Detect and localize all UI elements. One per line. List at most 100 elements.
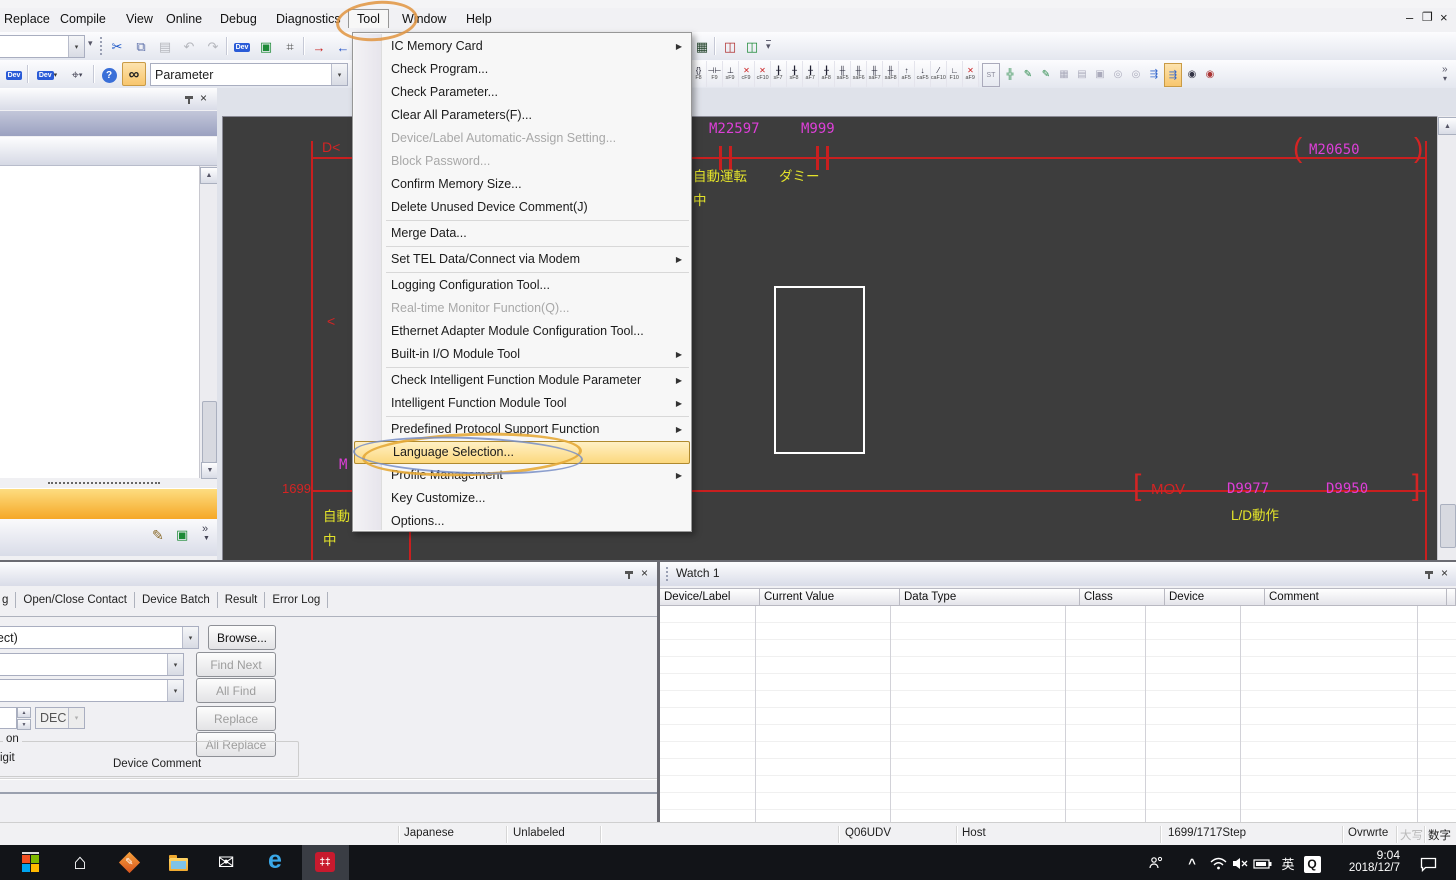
menu-item-delete-unused-device-comment[interactable]: Delete Unused Device Comment(J) — [353, 196, 691, 219]
ladder-selection-cursor[interactable] — [774, 286, 865, 454]
volume-muted-icon[interactable] — [1228, 851, 1252, 875]
menu-item-check-parameter[interactable]: Check Parameter... — [353, 81, 691, 104]
watch-table-body[interactable] — [660, 606, 1456, 822]
write-to-plc-icon[interactable]: → — [307, 35, 331, 59]
home-icon[interactable]: ⌂ — [68, 850, 92, 874]
pin-icon[interactable] — [624, 570, 634, 580]
gx-works-icon[interactable]: ‡‡ — [313, 850, 337, 874]
wifi-icon[interactable] — [1206, 851, 1230, 875]
tab-string-partial[interactable]: g — [0, 592, 16, 608]
menu-online[interactable]: Online — [158, 10, 210, 28]
tray-expand-chevron-icon[interactable]: ^ — [1180, 851, 1204, 875]
point-count-spinner[interactable]: ▲ ▼ — [17, 707, 31, 727]
mdi-minimize-icon[interactable]: – — [1406, 10, 1413, 25]
people-icon[interactable] — [1144, 851, 1168, 875]
ladder-tool-cf9[interactable]: ✕cF9 — [739, 61, 755, 87]
navigation-scrollbar[interactable]: ▲ ▼ — [199, 166, 218, 478]
col-device-label[interactable]: Device/Label — [660, 588, 760, 606]
menu-view[interactable]: View — [118, 10, 161, 28]
ladder-tool-f8[interactable]: {}F8 — [691, 61, 707, 87]
col-data-type[interactable]: Data Type — [900, 588, 1080, 606]
ladder-tool-saf7[interactable]: ╫saF7 — [867, 61, 883, 87]
close-icon[interactable]: × — [200, 93, 207, 103]
device-search-icon[interactable]: ⌖▾ — [62, 63, 92, 87]
scrollbar-thumb[interactable] — [202, 401, 217, 463]
menu-item-block-password[interactable]: Block Password... — [353, 150, 691, 173]
toolbar-overflow-icon[interactable]: ▾ — [88, 38, 93, 49]
edit-statement-icon[interactable]: ✎ — [1038, 63, 1054, 85]
ladder-tool-af9[interactable]: ✕aF9 — [963, 61, 979, 87]
menu-item-logging-configuration-tool[interactable]: Logging Configuration Tool... — [353, 274, 691, 297]
edge-icon[interactable]: e — [263, 848, 287, 872]
menu-replace[interactable]: Replace — [0, 10, 58, 28]
tab-device-batch[interactable]: Device Batch — [135, 592, 218, 608]
insert-row-icon[interactable]: ╬ — [1002, 63, 1018, 85]
replace-button[interactable]: Replace — [196, 706, 276, 731]
q-app-tray-icon[interactable]: Q — [1300, 852, 1324, 876]
find-binoculars-icon[interactable]: ∞ — [122, 62, 146, 86]
ladder-tool-saf8[interactable]: ╫saF8 — [883, 61, 899, 87]
menu-item-check-program[interactable]: Check Program... — [353, 58, 691, 81]
browse-button[interactable]: Browse... — [208, 625, 276, 650]
menu-item-clear-all-parameters[interactable]: Clear All Parameters(F)... — [353, 104, 691, 127]
zoom-doc2-icon[interactable]: ◎ — [1128, 63, 1144, 85]
toolbar-more-icon[interactable]: ▾ — [1443, 74, 1447, 83]
col-device[interactable]: Device — [1165, 588, 1265, 606]
menu-item-confirm-memory-size[interactable]: Confirm Memory Size... — [353, 173, 691, 196]
ladder-tool-caf10[interactable]: ⁄caF10 — [931, 61, 947, 87]
edit-comment-icon[interactable]: ✎ — [1020, 63, 1036, 85]
menu-item-options[interactable]: Options... — [353, 510, 691, 533]
mdi-close-icon[interactable]: × — [1440, 10, 1448, 25]
mdi-restore-icon[interactable]: ❐ — [1422, 10, 1433, 24]
ladder-tool-saf6[interactable]: ╫saF6 — [851, 61, 867, 87]
find-scope-combo[interactable]: roject) ▾ — [0, 626, 199, 649]
gauge-a-icon[interactable]: ◫ — [718, 35, 742, 59]
st-tool-icon[interactable]: ST — [982, 63, 1000, 87]
toolbar-grip[interactable] — [100, 37, 102, 55]
combo-dropdown-icon[interactable]: ▾ — [167, 680, 183, 701]
menu-item-set-tel-data[interactable]: Set TEL Data/Connect via Modem▶ — [353, 248, 691, 271]
tree-tool-active-icon[interactable]: ⇶ — [1164, 63, 1182, 87]
tree-tool-icon[interactable]: ⇶ — [1146, 63, 1162, 85]
store-icon[interactable] — [18, 850, 42, 874]
undo-icon[interactable]: ↶ — [177, 35, 201, 59]
ime-language-indicator[interactable]: 英 — [1276, 851, 1300, 875]
find-target-combo[interactable]: Parameter ▾ — [150, 63, 348, 86]
point-count-field[interactable] — [0, 707, 17, 729]
ladder-tool-af5[interactable]: ↑aF5 — [899, 61, 915, 87]
action-center-icon[interactable] — [1416, 852, 1440, 876]
cut-icon[interactable]: ✂ — [105, 35, 129, 59]
comment-book-icon[interactable]: ✎ — [152, 527, 164, 544]
monitor-mode-icon[interactable]: ▦ — [690, 35, 714, 59]
number-format-combo[interactable]: DEC ▾ — [35, 707, 85, 729]
menu-item-ethernet-adapter-config-tool[interactable]: Ethernet Adapter Module Configuration To… — [353, 320, 691, 343]
hex-display-icon[interactable]: ⌗ — [278, 35, 302, 59]
pin-icon[interactable] — [1424, 570, 1434, 580]
col-comment[interactable]: Comment — [1265, 588, 1447, 606]
selected-category-bar[interactable] — [0, 488, 217, 520]
grid-tool-icon[interactable]: ▦ — [1056, 63, 1072, 85]
scrollbar-thumb[interactable] — [1440, 504, 1456, 548]
doc-tool-icon[interactable]: ▣ — [1092, 63, 1108, 85]
close-icon[interactable]: × — [641, 568, 648, 578]
search-tool-icon[interactable]: ◉ — [1184, 63, 1200, 85]
pin-icon[interactable] — [184, 95, 194, 105]
all-find-button[interactable]: All Find — [196, 678, 276, 703]
mail-icon[interactable]: ✉ — [214, 850, 238, 874]
menu-item-realtime-monitor-function[interactable]: Real-time Monitor Function(Q)... — [353, 297, 691, 320]
ladder-tool-caf5[interactable]: ↓caF5 — [915, 61, 931, 87]
tab-error-log[interactable]: Error Log — [265, 592, 328, 608]
menu-item-intelligent-function-module-tool[interactable]: Intelligent Function Module Tool▶ — [353, 392, 691, 415]
menu-item-merge-data[interactable]: Merge Data... — [353, 222, 691, 245]
list-tool-icon[interactable]: ▤ — [1074, 63, 1090, 85]
ladder-tool-f9[interactable]: ⊣⊢F9 — [707, 61, 723, 87]
menu-compile[interactable]: Compile — [52, 10, 114, 28]
menu-item-ic-memory-card[interactable]: IC Memory Card▶ — [353, 35, 691, 58]
panel-grip[interactable] — [666, 567, 668, 581]
battery-icon[interactable] — [1251, 851, 1275, 875]
ladder-tool-cf10[interactable]: ✕cF10 — [755, 61, 771, 87]
find-what-combo[interactable]: ▾ — [0, 653, 184, 676]
tab-result[interactable]: Result — [218, 592, 266, 608]
menu-item-predefined-protocol-support[interactable]: Predefined Protocol Support Function▶ — [353, 418, 691, 441]
menu-item-profile-management[interactable]: Profile Management▶ — [353, 464, 691, 487]
